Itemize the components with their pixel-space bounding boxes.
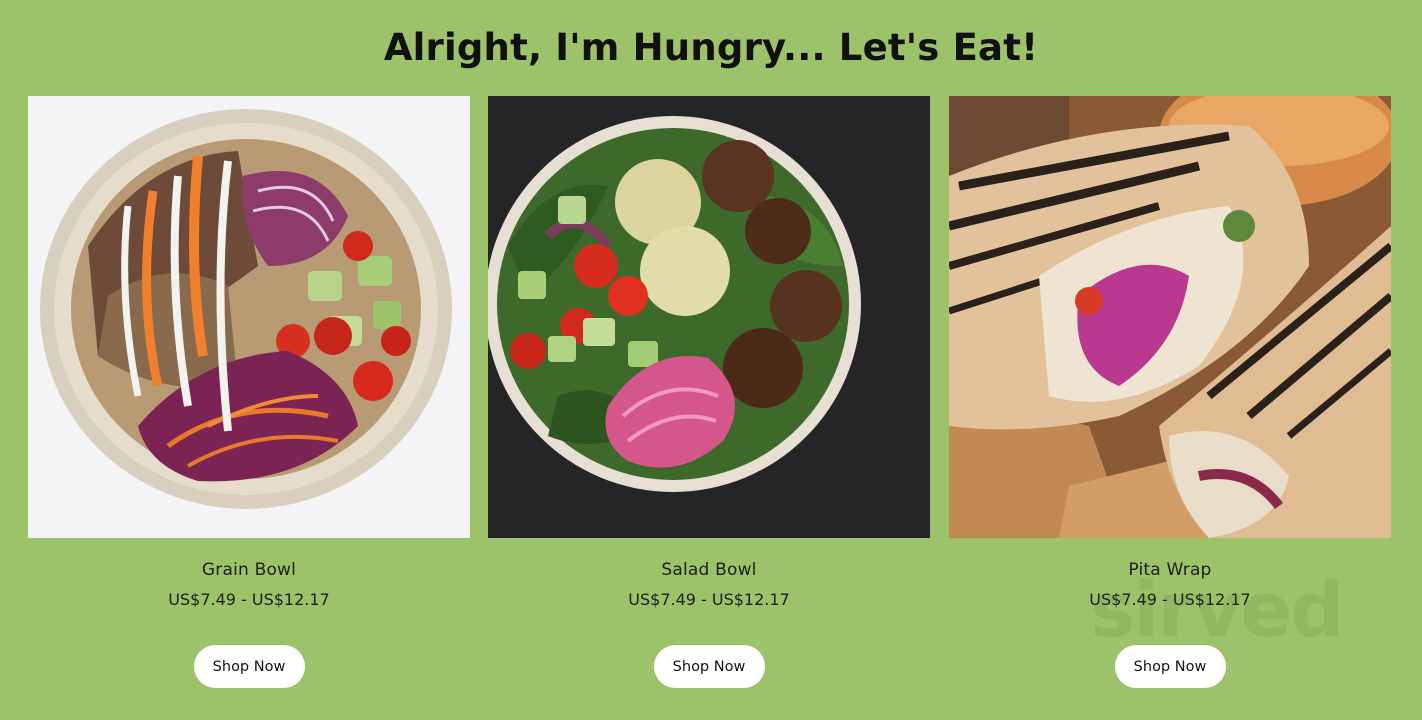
product-card-pita-wrap: Pita Wrap US$7.49 - US$12.17 Shop Now (949, 96, 1391, 688)
product-price: US$7.49 - US$12.17 (168, 590, 330, 609)
product-name: Salad Bowl (661, 560, 757, 580)
product-name: Grain Bowl (201, 560, 297, 580)
shop-now-button[interactable]: Shop Now (653, 645, 765, 688)
product-card-grain-bowl: Grain Bowl US$7.49 - US$12.17 Shop Now (28, 96, 470, 688)
product-price: US$7.49 - US$12.17 (628, 590, 790, 609)
salad-bowl-photo[interactable] (488, 96, 930, 538)
product-price: US$7.49 - US$12.17 (1089, 590, 1251, 609)
product-name: Pita Wrap (1128, 560, 1212, 580)
shop-now-button[interactable]: Shop Now (1114, 645, 1226, 688)
page-title: Alright, I'm Hungry... Let's Eat! (383, 26, 1039, 69)
shop-now-button[interactable]: Shop Now (193, 645, 305, 688)
grain-bowl-photo[interactable] (28, 96, 470, 538)
product-card-salad-bowl: Salad Bowl US$7.49 - US$12.17 Shop Now (488, 96, 930, 688)
pita-wrap-photo[interactable] (949, 96, 1391, 538)
